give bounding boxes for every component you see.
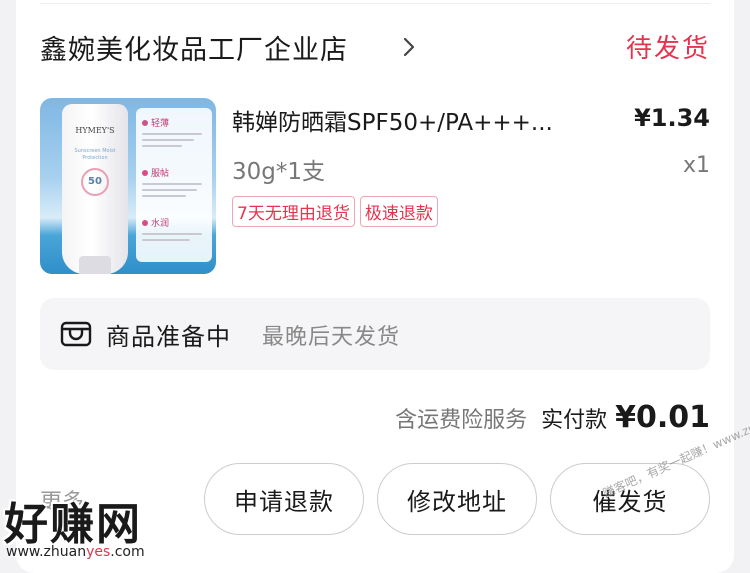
product-quantity: x1: [682, 153, 710, 178]
product-title[interactable]: 韩婵防晒霜SPF50+/PA+++...: [232, 103, 553, 137]
order-status-badge: 待发货: [625, 34, 710, 64]
feature-item: 轻薄: [142, 116, 208, 151]
product-image-subtitle: Sunscreen Moist Protection: [74, 148, 116, 161]
site-watermark: 好赚网 www.zhuanyes.com: [0, 488, 200, 573]
bullet-icon: [142, 219, 148, 226]
product-price: ¥1.34: [634, 104, 710, 132]
paid-amount: ¥0.01: [615, 400, 710, 435]
store-header[interactable]: 鑫婉美化妆品工厂企业店 待发货: [40, 28, 710, 68]
shipping-insurance-label[interactable]: 含运费险服务: [395, 402, 527, 434]
tube-cap: [79, 256, 111, 274]
shipping-status-box[interactable]: 商品准备中 最晚后天发货: [40, 298, 710, 370]
apply-refund-button[interactable]: 申请退款: [204, 463, 364, 535]
product-feature-panel: 轻薄 服帖 水润: [136, 108, 212, 262]
watermark-logo: 好赚网: [4, 499, 142, 550]
shipping-status-main: 商品准备中: [106, 323, 231, 351]
feature-item: 水润: [142, 216, 208, 245]
product-spec: 30g*1支: [232, 159, 325, 185]
feature-item: 服帖: [142, 166, 208, 201]
product-image-spf: 50: [81, 168, 109, 196]
product-image[interactable]: HYMEY'S Sunscreen Moist Protection 50 轻薄…: [40, 98, 216, 274]
order-total-row: 含运费险服务 实付款 ¥0.01: [395, 400, 710, 435]
watermark-url: www.zhuanyes.com: [6, 544, 145, 560]
feature-label: 轻薄: [151, 119, 170, 129]
sunscreen-tube-illustration: HYMEY'S Sunscreen Moist Protection 50: [62, 104, 128, 274]
divider: [40, 3, 710, 4]
modify-address-button[interactable]: 修改地址: [377, 463, 537, 535]
service-tags: 7天无理由退货 极速退款: [232, 196, 438, 227]
service-tag: 极速退款: [359, 196, 438, 227]
bullet-icon: [142, 169, 148, 176]
service-tag: 7天无理由退货: [232, 196, 355, 227]
store-name[interactable]: 鑫婉美化妆品工厂企业店: [40, 28, 348, 67]
product-image-brand: HYMEY'S: [75, 126, 115, 135]
shipping-status-sub: 最晚后天发货: [262, 325, 401, 350]
feature-label: 服帖: [151, 169, 170, 179]
package-box-icon: [60, 321, 92, 347]
chevron-right-icon: [403, 37, 415, 57]
bullet-icon: [142, 119, 148, 126]
paid-label: 实付款: [541, 408, 608, 433]
feature-label: 水润: [151, 219, 170, 229]
